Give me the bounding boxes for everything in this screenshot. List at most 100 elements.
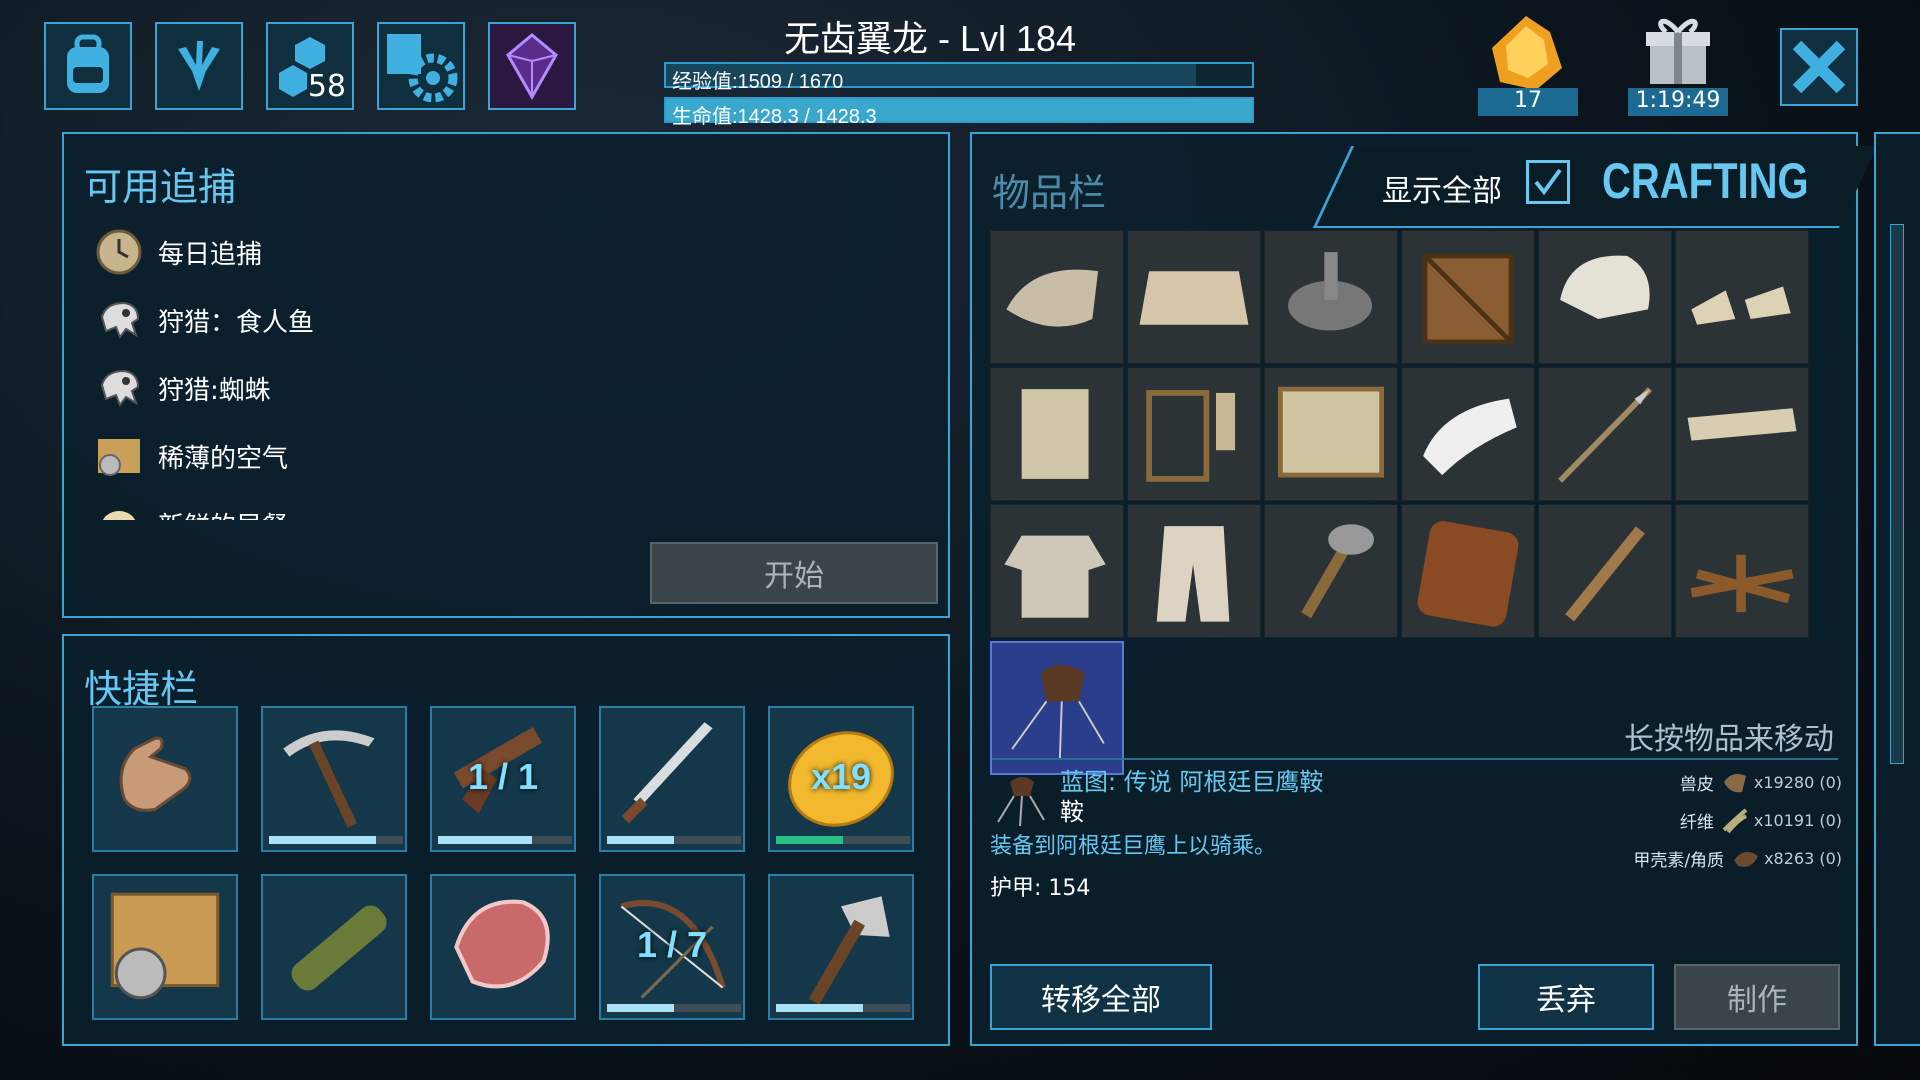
element-crystal-button[interactable]: [488, 22, 576, 110]
tame-footprint-button[interactable]: [155, 22, 243, 110]
durability-bar: [607, 836, 741, 844]
inventory-slot[interactable]: [1127, 230, 1261, 364]
hotbar-slot[interactable]: [768, 874, 914, 1020]
hotbar-slot[interactable]: 1 / 7: [599, 874, 745, 1020]
wood-crate-icon: [1422, 253, 1514, 345]
element-counter[interactable]: 17: [1478, 12, 1578, 116]
hatchet-icon: [808, 896, 890, 1005]
creature-title: 无齿翼龙 - Lvl 184: [783, 18, 1077, 59]
hunts-list[interactable]: 每日追捕 狩猎：食人鱼 狩猎:蜘蛛 稀薄的空气 新鲜的早餐: [64, 224, 944, 520]
inventory-slot[interactable]: [1538, 504, 1672, 638]
mortar-pestle-icon: [1288, 252, 1373, 331]
inventory-slot[interactable]: [990, 367, 1124, 501]
craft-button[interactable]: 制作: [1674, 964, 1840, 1030]
meat-icon: [454, 899, 550, 989]
element-count: 17: [1478, 88, 1578, 116]
durability-bar: [776, 836, 910, 844]
durability-bar: [776, 1004, 910, 1012]
thatch-doorframe-icon: [1277, 386, 1385, 478]
thatch-wall-icon: [1021, 389, 1089, 479]
hide-skirt-icon: [1139, 271, 1249, 325]
resource-name: 兽皮: [1679, 774, 1714, 795]
inventory-slot[interactable]: [1675, 230, 1809, 364]
transfer-all-button[interactable]: 转移全部: [990, 964, 1212, 1030]
hotbar-slot[interactable]: [261, 706, 407, 852]
dino-skull-icon: [94, 295, 144, 345]
inventory-slot[interactable]: [1264, 230, 1398, 364]
inventory-slot[interactable]: [990, 641, 1124, 775]
inventory-slot[interactable]: [1675, 504, 1809, 638]
durability-bar: [607, 1004, 741, 1012]
xp-text: 经验值:1509 / 1670: [672, 71, 844, 93]
book-gear-icon: [387, 34, 458, 103]
drop-button[interactable]: 丢弃: [1478, 964, 1654, 1030]
hunts-panel: 可用追捕 每日追捕 狩猎：食人鱼 狩猎:蜘蛛 稀薄的空气 新鲜的早餐 开始: [62, 132, 950, 618]
settings-button[interactable]: [377, 22, 465, 110]
hunt-label: 狩猎：食人鱼: [158, 307, 315, 338]
hotbar-slot[interactable]: [599, 706, 745, 852]
hunt-item[interactable]: 稀薄的空气: [94, 428, 288, 484]
divider: [992, 758, 1838, 760]
inventory-panel: 物品栏 显示全部 CRAFTING 长按物品来移动 蓝图: 传说 阿根廷巨鹰鞍 …: [970, 132, 1878, 1046]
health-bar: 生命值:1428.3 / 1428.3: [664, 97, 1254, 128]
cloth-shirt-icon: [1004, 535, 1106, 618]
inventory-slot[interactable]: [1401, 504, 1535, 638]
move-hint: 长按物品来移动: [1624, 722, 1834, 757]
dino-footprint-icon: [178, 41, 220, 91]
inventory-slot[interactable]: [1538, 367, 1672, 501]
resource-costs: 兽皮 x19280 (0) 纤维 x10191 (0) 甲壳素/角质 x8263 (0…: [1542, 766, 1842, 886]
hide-icon: [1723, 774, 1746, 793]
sword-icon: [621, 722, 713, 824]
slot-quantity: x19: [810, 756, 872, 797]
selected-item-name: 蓝图: 传说 阿根廷巨鹰鞍: [1060, 768, 1324, 796]
resource-row: 兽皮 x19280 (0): [1680, 766, 1842, 798]
crafting-tab[interactable]: CRAFTING: [1602, 152, 1809, 210]
map-compass-icon: [110, 892, 220, 1000]
hunt-item[interactable]: 狩猎：食人鱼: [94, 292, 314, 348]
hotbar-slot[interactable]: 1 / 1: [430, 706, 576, 852]
close-icon: [1792, 40, 1846, 94]
checkmark-icon: [1534, 168, 1562, 196]
inventory-slot[interactable]: [990, 504, 1124, 638]
hunt-item[interactable]: 狩猎:蜘蛛: [94, 360, 271, 416]
inventory-slot[interactable]: [1264, 504, 1398, 638]
hotbar-slot[interactable]: [261, 874, 407, 1020]
resource-amount: x8263 (0): [1764, 848, 1842, 868]
inventory-slot[interactable]: [990, 230, 1124, 364]
inventory-slot[interactable]: [1538, 230, 1672, 364]
hotbar-title: 快捷栏: [84, 667, 199, 711]
inventory-slot[interactable]: [1401, 230, 1535, 364]
campfire-icon: [1690, 554, 1794, 613]
inventory-slot[interactable]: [1675, 367, 1809, 501]
hunt-item[interactable]: 新鲜的早餐: [94, 496, 288, 520]
inventory-slot[interactable]: [1127, 367, 1261, 501]
inventory-slot[interactable]: [1401, 367, 1535, 501]
engrams-button[interactable]: 58: [266, 22, 354, 110]
resource-row: 纤维 x10191 (0): [1680, 804, 1842, 836]
engram-points-count: 58: [307, 69, 346, 104]
inventory-backpack-button[interactable]: [44, 22, 132, 110]
close-button[interactable]: [1780, 28, 1858, 106]
chitin-icon: [1734, 851, 1759, 867]
selected-item-desc: 装备到阿根廷巨鹰上以骑乘。: [990, 834, 1277, 859]
hotbar-slot[interactable]: [430, 874, 576, 1020]
slot-quantity: 1 / 7: [636, 924, 708, 965]
saddle-blueprint-small-icon: [997, 777, 1045, 827]
hotbar-slot[interactable]: [92, 874, 238, 1020]
cloth-hood-icon: [1560, 255, 1650, 319]
hunt-item[interactable]: 每日追捕: [94, 224, 262, 280]
sleeping-bag-icon: [1417, 521, 1519, 627]
hotbar-slot[interactable]: x19: [768, 706, 914, 852]
show-all-checkbox[interactable]: [1526, 160, 1570, 204]
inventory-slot[interactable]: [1264, 367, 1398, 501]
hotbar-slot[interactable]: [92, 706, 238, 852]
start-hunt-button[interactable]: 开始: [650, 542, 938, 604]
slot-quantity: 1 / 1: [467, 756, 539, 797]
cloth-pants-icon: [1156, 526, 1230, 622]
hunts-title: 可用追捕: [84, 165, 237, 209]
gift-timer[interactable]: 1:19:49: [1628, 12, 1728, 116]
scrollbar[interactable]: [1890, 224, 1904, 764]
amber-element-icon: [1492, 16, 1562, 90]
inventory-slot[interactable]: [1127, 504, 1261, 638]
show-all-label: 显示全部: [1382, 174, 1502, 209]
